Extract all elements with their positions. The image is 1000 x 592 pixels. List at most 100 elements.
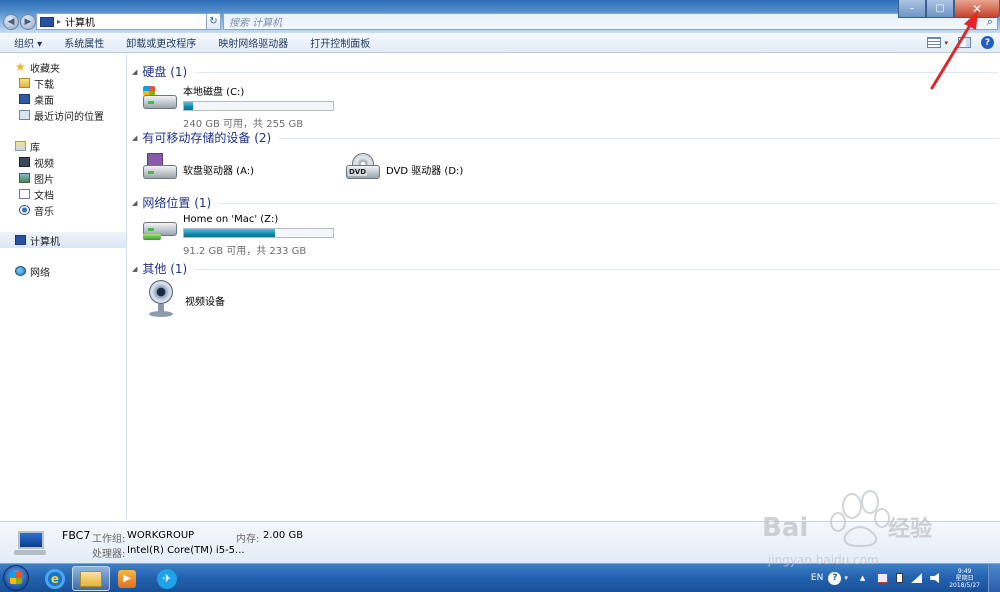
nav-favorites[interactable]: ★ 收藏夹 — [0, 59, 126, 75]
computer-icon — [40, 16, 54, 27]
nav-videos[interactable]: 视频 — [0, 154, 126, 170]
network-icon — [15, 266, 26, 276]
documents-library-icon — [19, 189, 30, 199]
drive-usage-bar — [183, 228, 334, 238]
media-player-icon: ▶ — [118, 569, 136, 588]
volume-icon[interactable] — [930, 573, 940, 583]
webcam-base-icon — [149, 311, 173, 317]
collapse-icon[interactable]: ◢ — [132, 134, 137, 142]
nav-downloads[interactable]: 下载 — [0, 75, 126, 91]
library-icon — [15, 141, 26, 151]
nav-label: 库 — [30, 142, 40, 154]
breadcrumb-separator-icon[interactable]: ▸ — [57, 17, 61, 26]
battery-icon[interactable] — [896, 573, 904, 583]
show-hidden-icons[interactable]: ▲ — [860, 574, 865, 582]
nav-label: 计算机 — [30, 236, 60, 248]
hard-drive-body-icon — [143, 95, 177, 109]
network-connection-icon — [143, 234, 161, 240]
collapse-icon[interactable]: ◢ — [132, 68, 137, 76]
back-button[interactable]: ◀ — [3, 14, 19, 30]
drive-tile-z[interactable]: Home on 'Mac' (Z:) 91.2 GB 可用，共 233 GB — [141, 214, 334, 257]
nav-pictures[interactable]: 图片 — [0, 170, 126, 186]
system-tray: EN ? ▾ ▲ 9:49 星期日 2018/5/27 — [811, 564, 1000, 592]
organize-menu[interactable]: 组织 ▾ — [0, 35, 53, 50]
nav-recent[interactable]: 最近访问的位置 — [0, 107, 126, 123]
drive-usage-bar — [183, 101, 334, 111]
language-indicator[interactable]: EN — [811, 573, 823, 583]
floppy-drive-icon — [141, 153, 177, 183]
computer-name: FBC7 — [62, 529, 91, 542]
group-header-network[interactable]: ◢ 网络位置 (1) — [132, 194, 998, 211]
nav-music[interactable]: 音乐 — [0, 202, 126, 218]
video-library-icon — [19, 157, 30, 167]
group-title: 其他 (1) — [142, 262, 188, 276]
drive-name: Home on 'Mac' (Z:) — [183, 214, 279, 225]
nav-computer[interactable]: 计算机 — [0, 232, 126, 248]
workgroup-value: WORKGROUP — [127, 530, 195, 541]
help-icon[interactable]: ? — [828, 571, 842, 585]
webcam-icon — [145, 280, 177, 320]
search-input[interactable]: 搜索 计算机 ⌕ — [223, 13, 998, 30]
start-button[interactable] — [3, 565, 29, 591]
taskbar-explorer[interactable] — [72, 566, 110, 591]
group-header-removable[interactable]: ◢ 有可移动存储的设备 (2) — [132, 129, 998, 146]
drive-tile-a[interactable]: 软盘驱动器 (A:) — [141, 153, 254, 183]
action-center-icon[interactable] — [877, 573, 889, 583]
refresh-button[interactable]: ↻ — [206, 13, 221, 30]
group-divider — [195, 72, 998, 73]
collapse-icon[interactable]: ◢ — [132, 265, 137, 273]
address-bar[interactable]: ▸ 计算机 ▾ — [36, 13, 218, 30]
drive-free-space: 240 GB 可用，共 255 GB — [183, 119, 304, 130]
nav-desktop[interactable]: 桌面 — [0, 91, 126, 107]
nav-label: 文档 — [34, 190, 54, 202]
drive-info: Home on 'Mac' (Z:) 91.2 GB 可用，共 233 GB — [183, 214, 334, 257]
group-divider — [195, 269, 998, 270]
title-bar: ◀ ▶ ▸ 计算机 ▾ ↻ 搜索 计算机 ⌕ – ▢ ✕ — [0, 0, 1000, 33]
drive-free-space: 91.2 GB 可用，共 233 GB — [183, 246, 307, 257]
device-info: 视频设备 — [185, 280, 225, 308]
group-header-hdd[interactable]: ◢ 硬盘 (1) — [132, 63, 998, 80]
nav-label: 下载 — [34, 79, 54, 91]
taskbar-app[interactable]: ✈ — [148, 566, 186, 591]
nav-label: 桌面 — [34, 95, 54, 107]
nav-network[interactable]: 网络 — [0, 263, 126, 279]
group-divider — [279, 138, 998, 139]
taskbar-media-player[interactable]: ▶ — [108, 566, 146, 591]
uninstall-button[interactable]: 卸载或更改程序 — [115, 35, 207, 50]
computer-icon — [14, 531, 46, 555]
taskbar-ie[interactable]: e — [36, 566, 74, 591]
keyboard-icon — [14, 550, 46, 555]
map-drive-button[interactable]: 映射网络驱动器 — [207, 35, 299, 50]
nav-label: 视频 — [34, 158, 54, 170]
network-status-icon[interactable] — [911, 573, 923, 583]
forward-button[interactable]: ▶ — [20, 14, 36, 30]
nav-label: 最近访问的位置 — [34, 111, 104, 123]
nav-libraries[interactable]: 库 — [0, 138, 126, 154]
device-tile-camera[interactable]: 视频设备 — [145, 280, 225, 320]
clock[interactable]: 9:49 星期日 2018/5/27 — [949, 568, 980, 589]
nav-label: 网络 — [30, 267, 50, 279]
monitor-icon — [18, 531, 44, 549]
collapse-icon[interactable]: ◢ — [132, 199, 137, 207]
tray-expand-icon[interactable]: ▾ — [844, 574, 848, 582]
drive-name: DVD 驱动器 (D:) — [386, 166, 464, 177]
drive-tile-c[interactable]: 本地磁盘 (C:) 240 GB 可用，共 255 GB — [141, 83, 334, 130]
drive-info: DVD 驱动器 (D:) — [386, 153, 463, 177]
hard-drive-icon — [141, 83, 177, 113]
breadcrumb-location[interactable]: 计算机 — [65, 14, 95, 29]
nav-documents[interactable]: 文档 — [0, 186, 126, 202]
windows-logo-icon — [10, 572, 22, 584]
search-placeholder: 搜索 计算机 — [229, 18, 283, 29]
dvd-drive-icon: DVD — [344, 153, 380, 183]
system-properties-button[interactable]: 系统属性 — [53, 35, 115, 50]
music-library-icon — [19, 205, 30, 215]
drive-tile-d[interactable]: DVD DVD 驱动器 (D:) — [344, 153, 463, 183]
details-pane: FBC7 工作组: WORKGROUP 内存: 2.00 GB 处理器: Int… — [0, 521, 1000, 563]
group-header-other[interactable]: ◢ 其他 (1) — [132, 260, 998, 277]
dvd-label: DVD — [348, 168, 368, 176]
control-panel-button[interactable]: 打开控制面板 — [299, 35, 381, 50]
webcam-lens-icon — [149, 280, 173, 304]
network-drive-icon — [141, 214, 177, 244]
drive-info: 软盘驱动器 (A:) — [183, 153, 254, 177]
show-desktop-button[interactable] — [988, 564, 1000, 592]
